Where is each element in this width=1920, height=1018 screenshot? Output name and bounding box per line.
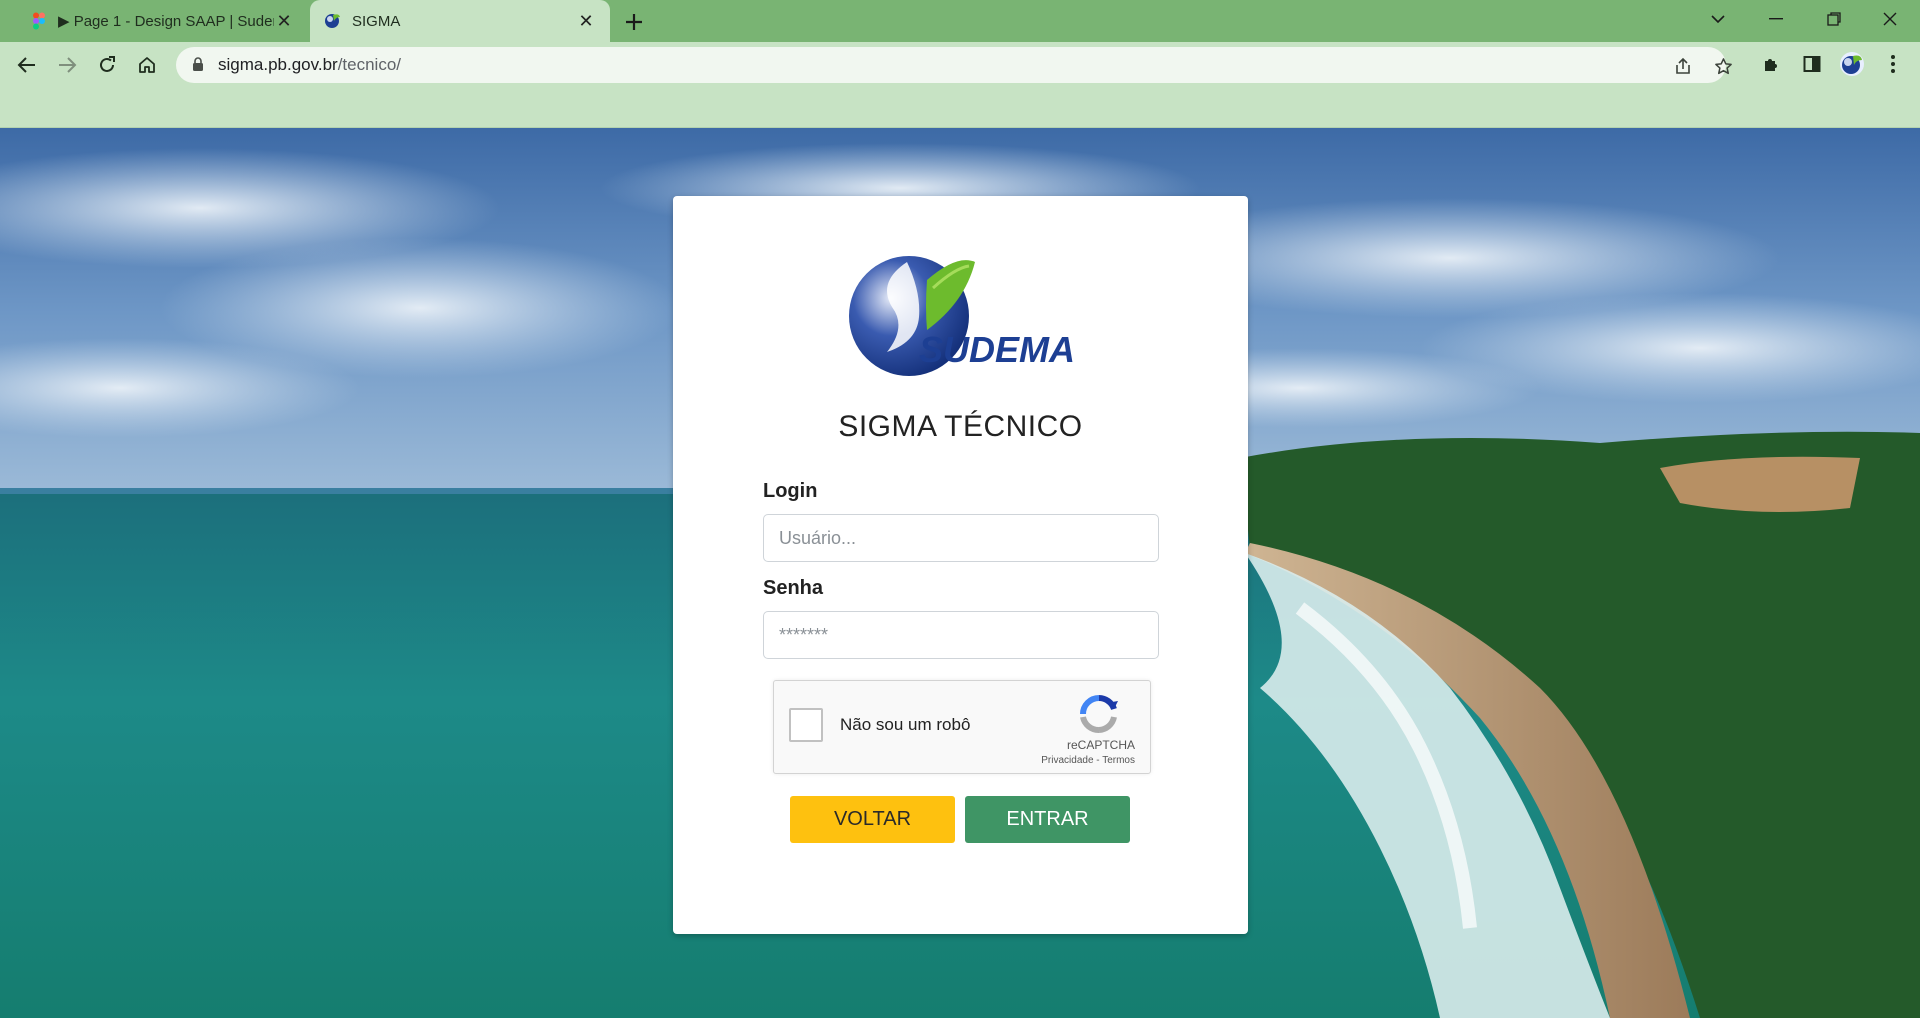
recaptcha-label: Não sou um robô [840,715,971,734]
login-card: SUDEMA SIGMA TÉCNICO Login Senha Não sou… [673,196,1248,934]
login-label: Login [763,480,818,502]
sudema-favicon-icon [325,14,340,28]
username-input[interactable] [763,514,1159,562]
login-page: SUDEMA SIGMA TÉCNICO Login Senha Não sou… [0,128,1920,1018]
menu-button[interactable] [1878,49,1908,79]
arrow-left-icon [17,57,35,73]
side-panel-icon [1803,56,1821,72]
reload-icon [100,56,115,72]
recaptcha-widget: Não sou um robô reCAPTCHA Privacidade - … [773,680,1151,774]
url-host: sigma.pb.gov.br [218,55,338,74]
puzzle-icon [1765,59,1777,71]
browser-toolbar: sigma.pb.gov.br/tecnico/ [0,42,1920,88]
side-panel-button[interactable] [1797,49,1827,79]
reload-button[interactable] [91,49,123,81]
lock-icon [193,57,203,71]
avatar-icon [1840,52,1864,76]
password-label: Senha [763,577,824,599]
back-nav-button[interactable] [11,49,43,81]
tab-sigma[interactable]: SIGMA ✕ [310,0,610,42]
close-icon[interactable]: ✕ [576,11,596,31]
extensions-button[interactable] [1757,49,1787,79]
chevron-down-icon [1711,15,1725,24]
bookmarks-bar [0,88,1920,128]
url-path: /tecnico/ [337,55,402,74]
profile-avatar[interactable] [1837,49,1867,79]
minimize-button[interactable] [1748,0,1804,38]
logo-text: SUDEMA [919,329,1075,370]
restore-icon [1827,12,1841,26]
tab-figma[interactable]: ▶ Page 1 - Design SAAP | Sudema ✕ [14,0,306,42]
sudema-logo: SUDEMA [849,256,1075,376]
back-button[interactable]: VOLTAR [790,796,955,843]
recaptcha-icon [1080,695,1118,733]
close-window-button[interactable] [1862,0,1918,38]
new-tab-button[interactable] [620,8,648,36]
address-bar[interactable]: sigma.pb.gov.br/tecnico/ [176,47,1732,83]
arrow-right-icon [59,57,77,73]
restore-button[interactable] [1806,0,1862,38]
star-icon [1714,57,1732,74]
home-icon [139,57,155,73]
url-text[interactable]: sigma.pb.gov.br/tecnico/ [218,47,401,83]
forward-nav-button[interactable] [51,49,83,81]
tab-title: ▶ Page 1 - Design SAAP | Sudema [58,13,274,30]
minimize-icon [1769,18,1783,20]
share-icon [1676,57,1690,74]
page-title: SIGMA TÉCNICO [838,410,1083,443]
tab-title: SIGMA [352,12,401,30]
more-vertical-icon [1891,55,1895,73]
recaptcha-checkbox[interactable] [789,708,823,742]
tab-strip: ▶ Page 1 - Design SAAP | Sudema ✕ SIGMA … [0,0,1920,42]
close-icon[interactable]: ✕ [274,11,294,31]
close-icon [1883,12,1897,26]
password-input[interactable] [763,611,1159,659]
home-button[interactable] [131,49,163,81]
plus-icon [626,14,642,30]
bookmark-star-button[interactable] [1710,53,1736,79]
enter-button[interactable]: ENTRAR [965,796,1130,843]
recaptcha-links[interactable]: Privacidade - Termos [1041,755,1135,766]
share-button[interactable] [1670,53,1696,79]
tab-search-button[interactable] [1690,0,1746,38]
recaptcha-brand: reCAPTCHA [1066,738,1135,752]
figma-icon [33,12,45,30]
